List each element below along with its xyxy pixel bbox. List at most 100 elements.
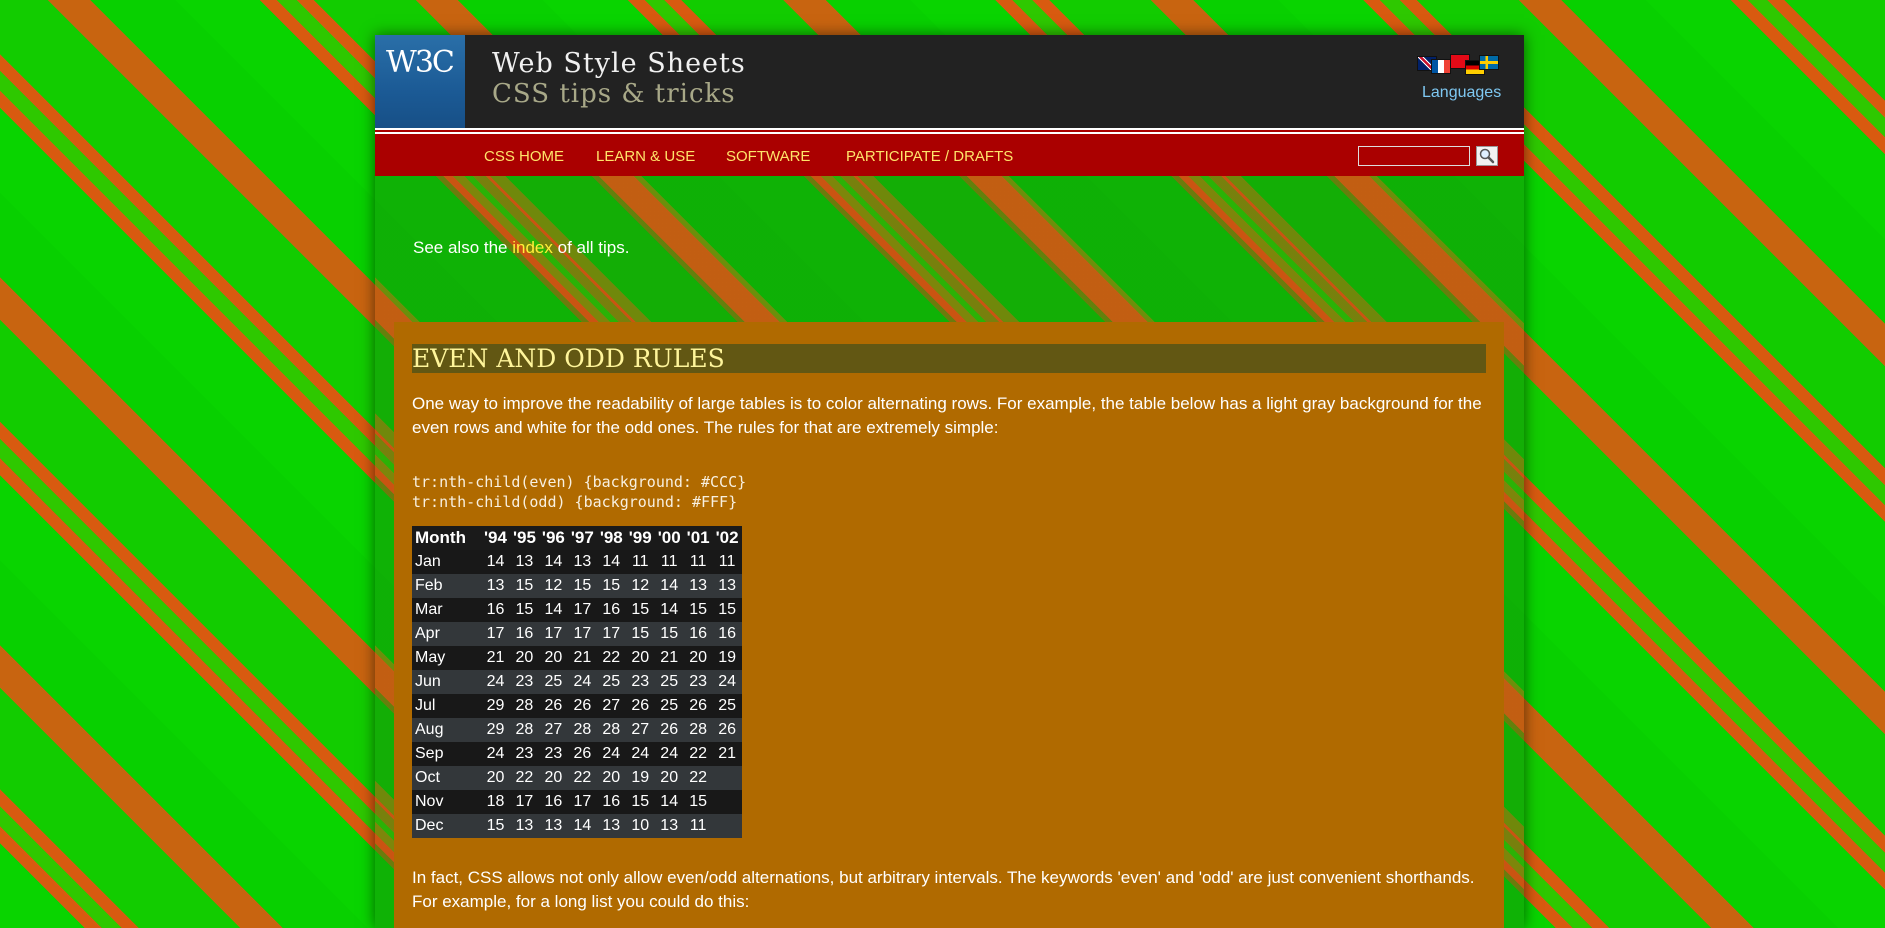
w3c-logo[interactable]: W3C xyxy=(375,35,465,130)
column-header: '94 xyxy=(481,526,510,550)
value-cell: 27 xyxy=(596,694,626,718)
nav-css-home[interactable]: CSS HOME xyxy=(484,148,564,165)
value-cell: 16 xyxy=(538,790,568,814)
code-line: tr:nth-child(even) {background: #CCC} xyxy=(412,473,747,491)
site-subtitle: CSS tips & tricks xyxy=(492,79,736,109)
see-also-after: of all tips. xyxy=(552,238,630,257)
month-cell: Jun xyxy=(412,670,481,694)
value-cell xyxy=(712,766,742,790)
index-link[interactable]: index xyxy=(512,238,553,257)
column-header: '95 xyxy=(509,526,539,550)
value-cell: 14 xyxy=(567,814,597,838)
nav-learn-use[interactable]: LEARN & USE xyxy=(596,148,695,165)
value-cell: 14 xyxy=(481,550,510,574)
value-cell: 15 xyxy=(712,598,742,622)
column-header: '02 xyxy=(712,526,742,550)
value-cell: 20 xyxy=(654,766,684,790)
table-row: Jul 29 28 26 26 27 26 25 26 25 xyxy=(412,694,742,718)
intro-paragraph: One way to improve the readability of la… xyxy=(412,394,1482,437)
value-cell: 26 xyxy=(712,718,742,742)
nav-software[interactable]: SOFTWARE xyxy=(726,148,810,165)
value-cell: 11 xyxy=(683,550,713,574)
value-cell: 16 xyxy=(683,622,713,646)
value-cell: 26 xyxy=(567,694,597,718)
table-row: Jan 14 13 14 13 14 11 11 11 11 xyxy=(412,550,742,574)
value-cell: 11 xyxy=(683,814,713,838)
value-cell: 25 xyxy=(538,670,568,694)
month-cell: Oct xyxy=(412,766,481,790)
value-cell: 15 xyxy=(683,598,713,622)
value-cell: 27 xyxy=(625,718,655,742)
value-cell: 21 xyxy=(481,646,510,670)
main-navbar: CSS HOME LEARN & USE SOFTWARE PARTICIPAT… xyxy=(375,136,1524,176)
value-cell: 13 xyxy=(596,814,626,838)
value-cell: 16 xyxy=(509,622,539,646)
value-cell: 22 xyxy=(596,646,626,670)
value-cell: 13 xyxy=(683,574,713,598)
value-cell: 26 xyxy=(567,742,597,766)
value-cell: 24 xyxy=(712,670,742,694)
value-cell: 20 xyxy=(596,766,626,790)
site-header: W3C Web Style Sheets CSS tips & tricks L… xyxy=(375,35,1524,130)
column-header: '99 xyxy=(625,526,655,550)
value-cell: 13 xyxy=(481,574,510,598)
value-cell: 20 xyxy=(509,646,539,670)
value-cell: 26 xyxy=(683,694,713,718)
flag-fr-icon[interactable] xyxy=(1431,59,1451,74)
value-cell: 28 xyxy=(509,694,539,718)
value-cell: 29 xyxy=(481,718,510,742)
value-cell: 21 xyxy=(654,646,684,670)
month-cell: Sep xyxy=(412,742,481,766)
languages-link[interactable]: Languages xyxy=(1422,84,1501,102)
value-cell: 10 xyxy=(625,814,655,838)
flag-se-icon[interactable] xyxy=(1479,55,1499,70)
value-cell: 20 xyxy=(538,646,568,670)
value-cell: 17 xyxy=(567,598,597,622)
value-cell: 16 xyxy=(596,790,626,814)
table-row: Oct 20 22 20 22 20 19 20 22 xyxy=(412,766,742,790)
table-header-row: Month '94 '95 '96 '97 '98 '99 '00 '01 '0… xyxy=(412,526,742,550)
site-title: Web Style Sheets xyxy=(492,48,746,79)
value-cell: 26 xyxy=(538,694,568,718)
table-row: Apr 17 16 17 17 17 15 15 16 16 xyxy=(412,622,742,646)
value-cell: 15 xyxy=(567,574,597,598)
months-table: Month '94 '95 '96 '97 '98 '99 '00 '01 '0… xyxy=(412,526,742,838)
value-cell: 23 xyxy=(625,670,655,694)
column-header: '98 xyxy=(596,526,626,550)
value-cell: 11 xyxy=(712,550,742,574)
value-cell: 17 xyxy=(481,622,510,646)
language-flags[interactable] xyxy=(1417,54,1499,75)
value-cell: 13 xyxy=(712,574,742,598)
value-cell: 20 xyxy=(625,646,655,670)
search-button[interactable] xyxy=(1476,146,1498,166)
value-cell: 14 xyxy=(654,790,684,814)
value-cell: 24 xyxy=(481,742,510,766)
nav-participate-drafts[interactable]: PARTICIPATE / DRAFTS xyxy=(846,148,1013,165)
value-cell xyxy=(712,814,742,838)
value-cell: 20 xyxy=(683,646,713,670)
value-cell: 15 xyxy=(625,598,655,622)
value-cell: 14 xyxy=(654,574,684,598)
search-input[interactable] xyxy=(1358,146,1470,166)
value-cell: 14 xyxy=(596,550,626,574)
article-section: EVEN AND ODD RULES One way to improve th… xyxy=(394,322,1504,928)
value-cell: 24 xyxy=(567,670,597,694)
value-cell: 25 xyxy=(596,670,626,694)
value-cell: 14 xyxy=(654,598,684,622)
month-cell: May xyxy=(412,646,481,670)
table-row: Aug 29 28 27 28 28 27 26 28 26 xyxy=(412,718,742,742)
value-cell: 13 xyxy=(654,814,684,838)
table-row: Feb 13 15 12 15 15 12 14 13 13 xyxy=(412,574,742,598)
value-cell: 14 xyxy=(538,598,568,622)
value-cell: 14 xyxy=(538,550,568,574)
value-cell: 17 xyxy=(596,622,626,646)
value-cell: 17 xyxy=(567,622,597,646)
value-cell: 15 xyxy=(509,574,539,598)
table-row: May 21 20 20 21 22 20 21 20 19 xyxy=(412,646,742,670)
month-cell: Dec xyxy=(412,814,481,838)
magnifier-icon xyxy=(1479,148,1495,164)
value-cell: 11 xyxy=(625,550,655,574)
value-cell: 28 xyxy=(509,718,539,742)
value-cell: 23 xyxy=(683,670,713,694)
value-cell: 17 xyxy=(509,790,539,814)
